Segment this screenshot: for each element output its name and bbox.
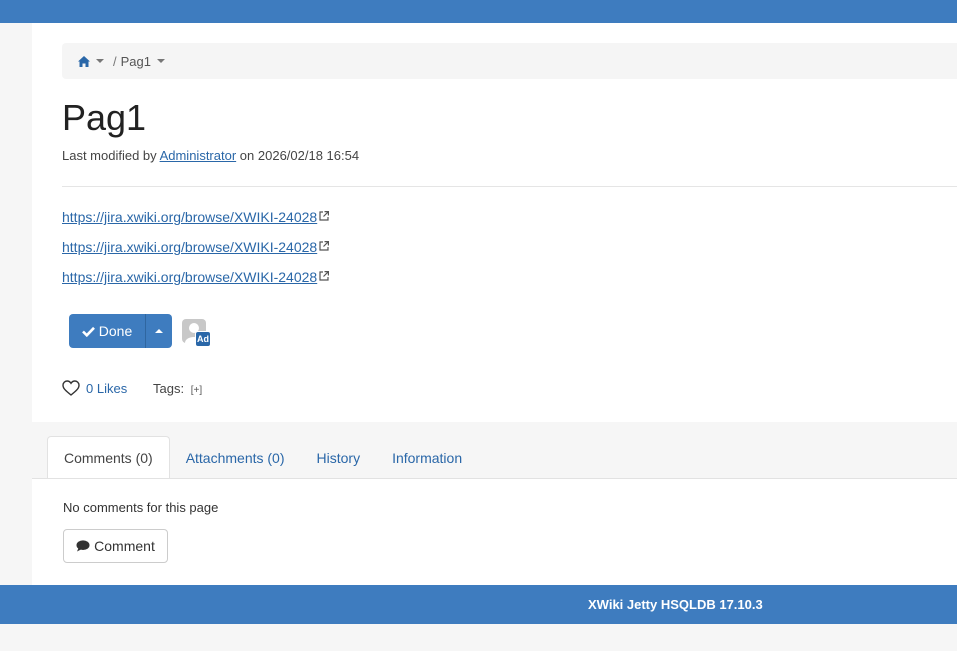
page-title: Pag1 bbox=[62, 97, 147, 138]
tab-information[interactable]: Information bbox=[376, 437, 478, 479]
meta-on: on bbox=[239, 148, 255, 163]
tab-panel bbox=[32, 478, 957, 585]
document-tabs: Comments (0) Attachments (0) History Inf… bbox=[47, 436, 478, 479]
external-link[interactable]: https://jira.xwiki.org/browse/XWIKI-2402… bbox=[62, 269, 330, 299]
caret-up-icon bbox=[155, 329, 163, 333]
external-link-icon bbox=[319, 211, 330, 221]
tags: Tags: [+] bbox=[153, 381, 202, 396]
add-tag-button[interactable]: [+] bbox=[191, 385, 202, 396]
likes-count: 0 Likes bbox=[86, 380, 128, 396]
meta-prefix: Last modified by bbox=[62, 148, 157, 163]
done-button-group: Done bbox=[69, 314, 172, 348]
no-comments-message: No comments for this page bbox=[63, 500, 219, 515]
heart-icon bbox=[62, 380, 80, 396]
content-links: https://jira.xwiki.org/browse/XWIKI-2402… bbox=[62, 209, 330, 299]
external-link-text: https://jira.xwiki.org/browse/XWIKI-2402… bbox=[62, 239, 318, 255]
breadcrumb-current-page[interactable]: Pag1 bbox=[121, 54, 165, 69]
footer-version: XWiki Jetty HSQLDB 17.10.3 bbox=[588, 597, 763, 612]
avatar[interactable]: Ad bbox=[182, 319, 212, 347]
breadcrumb: / Pag1 bbox=[62, 43, 957, 79]
tab-attachments[interactable]: Attachments (0) bbox=[170, 437, 301, 479]
breadcrumb-separator: / bbox=[113, 53, 117, 69]
external-link-icon bbox=[319, 271, 330, 281]
top-navigation-bar bbox=[0, 0, 957, 23]
tags-label: Tags: bbox=[153, 381, 185, 396]
tab-comments[interactable]: Comments (0) bbox=[47, 436, 170, 479]
done-button-label: Done bbox=[98, 323, 133, 339]
external-link-text: https://jira.xwiki.org/browse/XWIKI-2402… bbox=[62, 209, 318, 225]
footer: XWiki Jetty HSQLDB 17.10.3 bbox=[0, 585, 957, 624]
done-button[interactable]: Done bbox=[69, 314, 146, 348]
external-link-text: https://jira.xwiki.org/browse/XWIKI-2402… bbox=[62, 269, 318, 285]
check-icon bbox=[81, 326, 95, 337]
divider bbox=[62, 186, 957, 187]
avatar-badge: Ad bbox=[195, 331, 211, 347]
modified-date: 2026/02/18 16:54 bbox=[257, 148, 360, 163]
bottom-strip bbox=[0, 624, 957, 651]
author-link[interactable]: Administrator bbox=[160, 148, 237, 163]
comment-icon bbox=[76, 540, 90, 552]
breadcrumb-home[interactable] bbox=[78, 55, 104, 67]
breadcrumb-page-label: Pag1 bbox=[120, 53, 151, 69]
chevron-down-icon bbox=[96, 59, 104, 63]
last-modified-info: Last modified by Administrator on 2026/0… bbox=[62, 148, 359, 163]
comment-button[interactable]: Comment bbox=[63, 529, 168, 563]
external-link[interactable]: https://jira.xwiki.org/browse/XWIKI-2402… bbox=[62, 239, 330, 269]
external-link[interactable]: https://jira.xwiki.org/browse/XWIKI-2402… bbox=[62, 209, 330, 239]
home-icon bbox=[78, 55, 90, 67]
chevron-down-icon bbox=[157, 59, 165, 63]
comment-button-label: Comment bbox=[94, 538, 155, 554]
external-link-icon bbox=[319, 241, 330, 251]
done-dropdown-toggle[interactable] bbox=[146, 314, 172, 348]
like-button[interactable]: 0 Likes bbox=[62, 380, 127, 396]
tab-history[interactable]: History bbox=[301, 437, 377, 479]
